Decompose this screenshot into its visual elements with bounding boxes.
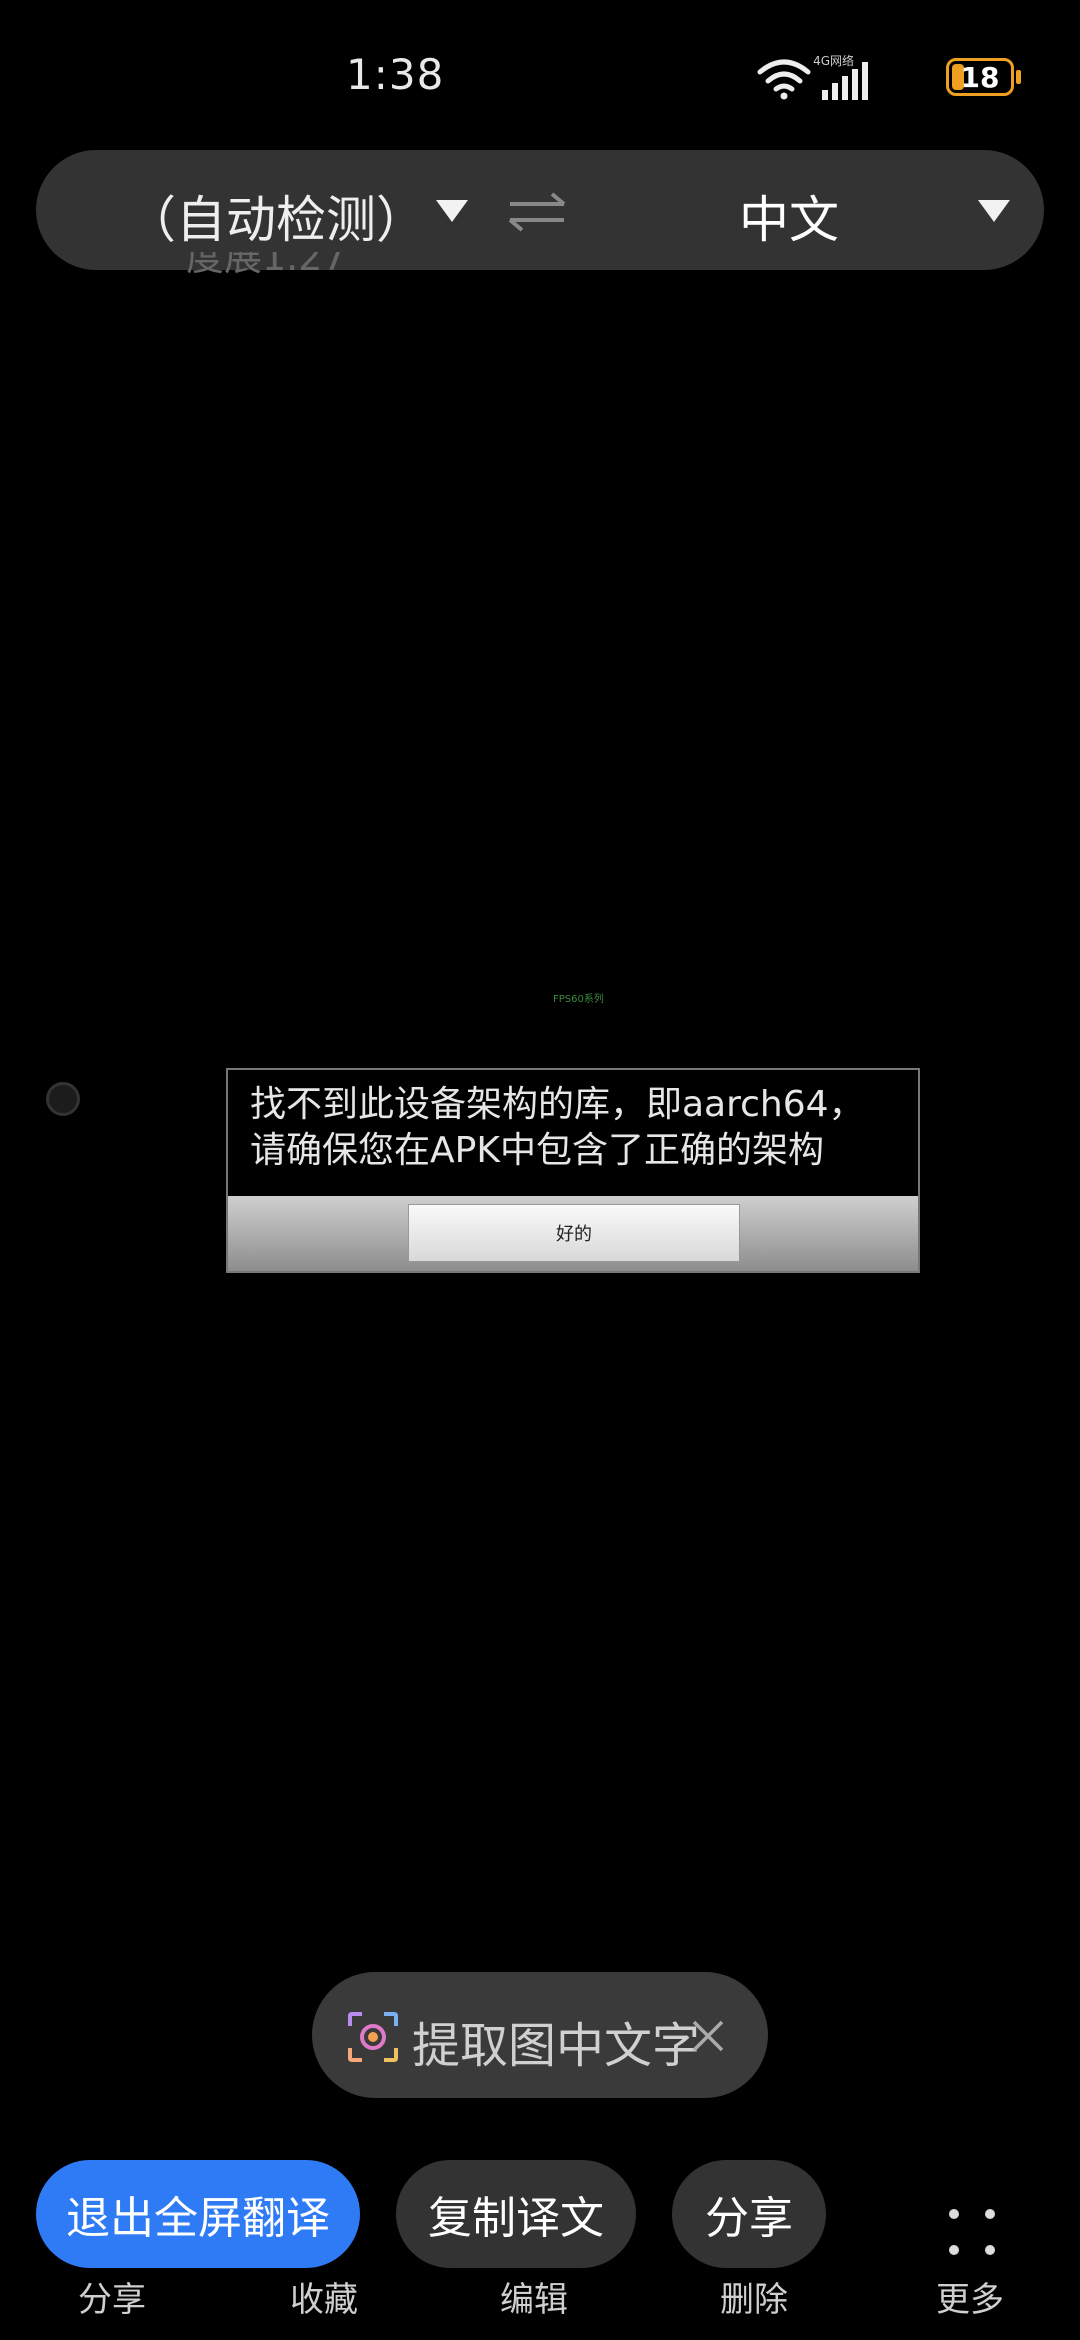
signal-icon	[822, 62, 868, 100]
copy-translation-button[interactable]: 复制译文	[396, 2160, 636, 2268]
toolbar-edit[interactable]: 编辑	[500, 2272, 568, 2321]
scan-text-icon	[348, 2012, 398, 2062]
battery-icon: 18	[946, 58, 1021, 96]
extract-text-label: 提取图中文字	[412, 2018, 701, 2074]
toolbar-delete[interactable]: 删除	[720, 2272, 788, 2321]
background-tiny-label: FPS60系列	[553, 994, 604, 1005]
toolbar-favorite[interactable]: 收藏	[290, 2272, 358, 2321]
battery-level: 18	[960, 60, 1000, 94]
share-button[interactable]: 分享	[672, 2160, 826, 2268]
extract-text-pill[interactable]: 提取图中文字	[312, 1972, 768, 2098]
source-language[interactable]: （自动检测）	[126, 180, 426, 252]
error-dialog: 找不到此设备架构的库，即aarch64，请确保您在APK中包含了正确的架构 好的	[226, 1068, 920, 1273]
target-dropdown-icon[interactable]	[978, 200, 1010, 222]
background-partial-text: 度展1.27	[186, 252, 347, 279]
exit-fullscreen-button[interactable]: 退出全屏翻译	[36, 2160, 360, 2268]
more-dots-icon[interactable]	[944, 2204, 1000, 2260]
close-icon[interactable]	[690, 2018, 726, 2054]
wifi-icon	[757, 59, 811, 100]
target-language[interactable]: 中文	[739, 180, 839, 252]
toolbar-share[interactable]: 分享	[78, 2272, 146, 2321]
floating-circle-icon[interactable]	[46, 1082, 80, 1116]
swap-languages-icon[interactable]	[506, 190, 568, 234]
source-dropdown-icon[interactable]	[436, 200, 468, 222]
status-time: 1:38	[346, 50, 445, 99]
status-icons: 4G网络 18	[722, 52, 1022, 108]
toolbar-more[interactable]: 更多	[936, 2272, 1004, 2321]
dialog-message: 找不到此设备架构的库，即aarch64，请确保您在APK中包含了正确的架构	[250, 1084, 865, 1171]
ok-button[interactable]: 好的	[408, 1204, 740, 1262]
dialog-footer: 好的	[228, 1196, 918, 1271]
